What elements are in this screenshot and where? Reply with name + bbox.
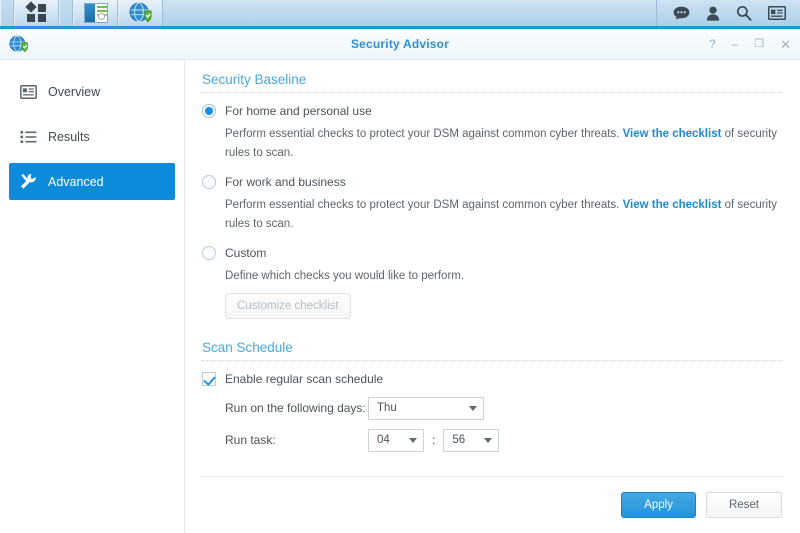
enable-schedule-label: Enable regular scan schedule xyxy=(225,371,384,386)
radio-custom-label: Custom xyxy=(225,245,267,260)
window-title: Security Advisor xyxy=(350,37,450,51)
window-body: Overview Results Advanced Security Basel… xyxy=(0,60,800,533)
section-divider xyxy=(202,359,782,361)
radio-work-indicator[interactable] xyxy=(202,174,216,189)
chat-bubble-icon[interactable] xyxy=(673,6,690,21)
run-task-hour-value: 04 xyxy=(377,434,390,447)
sidebar-item-label: Overview xyxy=(48,84,101,99)
search-icon[interactable] xyxy=(736,5,752,21)
sidebar-item-overview[interactable]: Overview xyxy=(9,73,175,110)
radio-option-home[interactable]: For home and personal use xyxy=(202,104,782,118)
radio-work-description: Perform essential checks to protect your… xyxy=(225,196,782,234)
radio-home-description: Perform essential checks to protect your… xyxy=(225,125,782,163)
reset-button[interactable]: Reset xyxy=(705,492,782,518)
section-heading-scan-schedule: Scan Schedule xyxy=(202,339,293,355)
minimize-icon[interactable]: – xyxy=(732,38,739,50)
taskbar-edge xyxy=(0,0,14,26)
taskbar-main-menu-button[interactable] xyxy=(14,0,59,26)
results-list-icon xyxy=(19,128,37,146)
sidebar: Overview Results Advanced xyxy=(0,60,185,533)
radio-custom-description: Define which checks you would like to pe… xyxy=(225,267,782,286)
run-task-minute-value: 56 xyxy=(452,434,466,447)
person-icon[interactable] xyxy=(706,6,720,21)
radio-custom-indicator[interactable] xyxy=(202,245,216,260)
sidebar-item-results[interactable]: Results xyxy=(9,118,175,155)
widget-card-icon[interactable] xyxy=(768,6,786,20)
taskbar-empty-space xyxy=(163,0,656,26)
taskbar-document-window-button[interactable] xyxy=(73,0,118,26)
view-checklist-link[interactable]: View the checklist xyxy=(623,199,722,211)
grid-icon xyxy=(24,1,48,23)
desc-text-before: Perform essential checks to protect your… xyxy=(225,198,623,211)
time-separator: : xyxy=(432,433,436,448)
taskbar-divider xyxy=(59,0,73,26)
enable-schedule-checkbox[interactable] xyxy=(202,371,216,386)
radio-home-label: For home and personal use xyxy=(225,104,372,118)
sidebar-item-advanced[interactable]: Advanced xyxy=(9,163,175,200)
sidebar-item-label: Advanced xyxy=(48,174,104,189)
radio-work-label: For work and business xyxy=(225,174,346,189)
enable-schedule-row[interactable]: Enable regular scan schedule xyxy=(202,371,782,386)
chevron-down-icon xyxy=(484,437,493,443)
section-heading-security-baseline: Security Baseline xyxy=(202,72,307,87)
overview-card-icon xyxy=(19,83,37,101)
run-days-label: Run on the following days: xyxy=(225,401,366,416)
security-advisor-icon xyxy=(129,2,153,24)
security-advisor-window: Security Advisor ? – ❐ ✕ Overview Result… xyxy=(0,29,800,533)
section-divider xyxy=(202,92,782,93)
maximize-icon[interactable]: ❐ xyxy=(754,38,764,50)
window-titlebar: Security Advisor ? – ❐ ✕ xyxy=(0,29,800,60)
document-window-icon xyxy=(83,3,108,23)
run-days-row: Run on the following days: Thu xyxy=(225,396,782,420)
taskbar-security-advisor-button[interactable] xyxy=(118,0,163,26)
chevron-down-icon xyxy=(409,437,417,443)
footer-action-bar: Apply Reset xyxy=(202,476,782,533)
window-controls: ? – ❐ ✕ xyxy=(709,38,791,51)
apply-button[interactable]: Apply xyxy=(621,492,696,518)
run-task-row: Run task: 04 : 56 xyxy=(225,428,782,452)
run-days-select[interactable]: Thu xyxy=(368,396,484,420)
sidebar-item-label: Results xyxy=(48,129,90,144)
radio-option-custom[interactable]: Custom xyxy=(202,245,782,260)
run-task-minute-select[interactable]: 56 xyxy=(443,428,500,452)
view-checklist-link[interactable]: View the checklist xyxy=(623,128,722,140)
run-task-hour-select[interactable]: 04 xyxy=(368,428,424,452)
radio-home-indicator[interactable] xyxy=(202,104,216,118)
taskbar-left-group xyxy=(0,0,163,26)
advanced-tools-icon xyxy=(19,173,37,191)
chevron-down-icon xyxy=(469,405,477,411)
taskbar-tray xyxy=(656,0,800,26)
run-task-label: Run task: xyxy=(225,433,276,448)
desc-text-before: Define which checks you would like to pe… xyxy=(225,269,465,282)
radio-option-work[interactable]: For work and business xyxy=(202,174,782,189)
desc-text-before: Perform essential checks to protect your… xyxy=(225,128,623,140)
close-icon[interactable]: ✕ xyxy=(780,38,791,51)
run-days-value: Thu xyxy=(377,402,397,415)
dsm-taskbar xyxy=(0,0,800,29)
help-icon[interactable]: ? xyxy=(709,38,716,50)
customize-checklist-button[interactable]: Customize checklist xyxy=(225,292,351,319)
content-pane: Security Baseline For home and personal … xyxy=(185,60,800,533)
